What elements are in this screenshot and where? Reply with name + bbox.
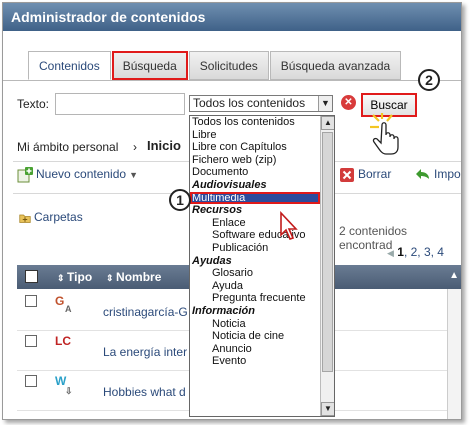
tab-solicitudes[interactable]: Solicitudes: [188, 51, 269, 80]
select-all-checkbox[interactable]: [25, 270, 38, 283]
clear-icon[interactable]: ✕: [341, 95, 356, 110]
row-name-link[interactable]: cristinagarcía-G: [103, 305, 188, 319]
tab-contenidos[interactable]: Contenidos: [28, 51, 111, 80]
tab-busqueda-avanzada[interactable]: Búsqueda avanzada: [269, 51, 402, 80]
row-checkbox[interactable]: [25, 335, 37, 347]
row-name-link[interactable]: La energía inter: [103, 345, 187, 359]
plus-icon: [17, 167, 33, 183]
page-scrollbar[interactable]: [447, 289, 461, 419]
delete-icon: [340, 168, 354, 182]
breadcrumb-separator: ›: [133, 140, 137, 154]
dropdown-scrollbar[interactable]: ▲ ▼: [320, 116, 334, 416]
hand-cursor-icon: [370, 113, 399, 155]
dropdown-option[interactable]: Publicación: [190, 242, 320, 255]
folder-icon: [19, 214, 31, 223]
import-label: Impo: [434, 167, 461, 182]
content-type-select[interactable]: Todos los contenidos ▼: [189, 95, 333, 112]
dropdown-option[interactable]: Enlace: [190, 217, 320, 230]
breadcrumb-current: Inicio: [147, 138, 181, 153]
dropdown-group-label: Recursos: [192, 204, 243, 217]
chevron-down-icon[interactable]: ▼: [129, 170, 138, 180]
new-content-button[interactable]: Nuevo contenido ▼: [17, 167, 138, 183]
sort-icon: ⇕: [106, 273, 117, 283]
web-zip-type-icon: W ⇩: [55, 374, 73, 396]
row-checkbox[interactable]: [25, 375, 37, 387]
scroll-down-icon[interactable]: ▼: [321, 402, 334, 416]
tab-divider: [3, 80, 461, 81]
dropdown-option[interactable]: Evento: [190, 355, 320, 368]
scroll-up-icon[interactable]: ▲: [321, 116, 334, 130]
import-button[interactable]: Impo: [415, 167, 461, 183]
column-name[interactable]: ⇕ Nombre: [106, 270, 161, 284]
window-title: Administrador de contenidos: [3, 3, 461, 31]
dropdown-option[interactable]: Libre: [190, 129, 320, 142]
sort-icon: ⇕: [57, 273, 68, 283]
dropdown-option[interactable]: Documento: [190, 166, 320, 179]
row-name-link[interactable]: Hobbies what d: [103, 385, 186, 399]
new-content-label: Nuevo contenido: [36, 167, 127, 182]
dropdown-option[interactable]: Noticia de cine: [190, 330, 320, 343]
glossary-type-icon: GA: [55, 294, 72, 314]
callout-badge-2: 2: [418, 69, 440, 91]
sort-up-icon[interactable]: ▲: [449, 270, 459, 281]
chevron-down-icon[interactable]: ▼: [318, 96, 332, 111]
folders-link[interactable]: Carpetas: [19, 210, 83, 224]
dropdown-option[interactable]: Anuncio: [190, 343, 320, 356]
prev-page-icon[interactable]: ◀: [387, 248, 394, 258]
dropdown-options-list: Todos los contenidos Libre Libre con Capít…: [190, 116, 320, 368]
folders-label: Carpetas: [34, 210, 83, 224]
search-text-input[interactable]: [55, 93, 185, 115]
content-type-dropdown[interactable]: Todos los contenidos Libre Libre con Capít…: [189, 115, 335, 417]
column-type[interactable]: ⇕ Tipo: [57, 270, 92, 284]
dropdown-group-label: Información: [192, 304, 255, 317]
import-icon: [416, 169, 429, 179]
chaptered-content-type-icon: LC: [55, 334, 71, 348]
dropdown-option[interactable]: Noticia: [190, 318, 320, 331]
dropdown-option[interactable]: Todos los contenidos: [190, 116, 320, 129]
other-pages[interactable]: , 2, 3, 4: [404, 245, 444, 259]
current-page: 1: [397, 245, 404, 259]
text-label: Texto:: [17, 97, 50, 111]
breadcrumb-root[interactable]: Mi ámbito personal: [17, 140, 118, 154]
tab-bar: Contenidos Búsqueda Solicitudes Búsqueda…: [28, 51, 402, 80]
delete-button[interactable]: Borrar: [339, 167, 391, 183]
pagination: ◀ 1, 2, 3, 4: [387, 245, 444, 259]
arrow-cursor-icon: [280, 211, 298, 240]
dropdown-option[interactable]: Pregunta frecuente: [190, 292, 320, 305]
row-checkbox[interactable]: [25, 295, 37, 307]
callout-badge-1: 1: [169, 189, 191, 211]
dropdown-option[interactable]: Libre con Capítulos: [190, 141, 320, 154]
content-manager-window: Administrador de contenidos Contenidos B…: [2, 2, 462, 420]
dropdown-option[interactable]: Fichero web (zip): [190, 154, 320, 167]
dropdown-option[interactable]: Multimedia: [190, 191, 320, 205]
dropdown-option[interactable]: Glosario: [190, 267, 320, 280]
dropdown-group-label: Ayudas: [192, 254, 232, 267]
delete-label: Borrar: [358, 167, 392, 182]
dropdown-option[interactable]: Software educativo: [190, 229, 320, 242]
dropdown-group-label: Audiovisuales: [192, 178, 267, 191]
tab-busqueda[interactable]: Búsqueda: [111, 51, 188, 80]
content-type-select-value: Todos los contenidos: [193, 96, 306, 110]
scroll-thumb[interactable]: [322, 132, 333, 372]
dropdown-option[interactable]: Ayuda: [190, 280, 320, 293]
